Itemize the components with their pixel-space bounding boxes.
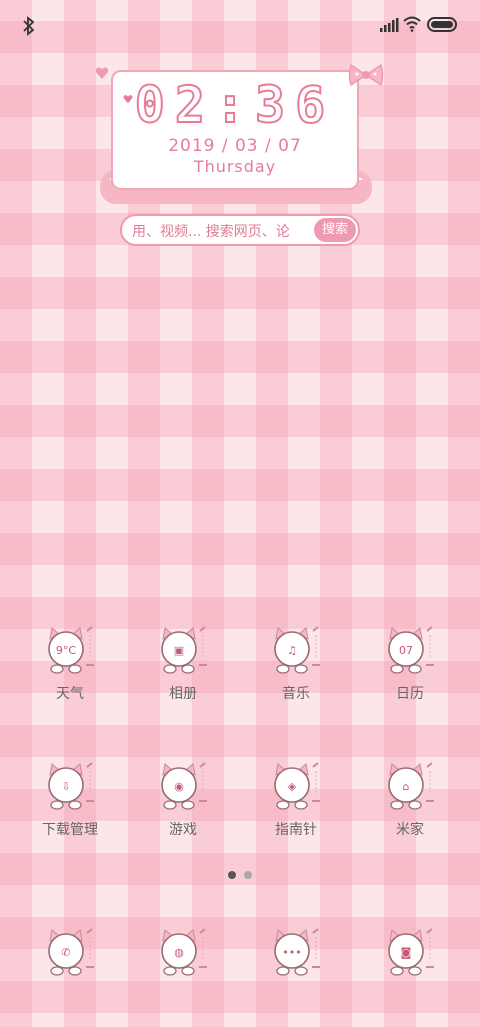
app-messages[interactable]: ••• [246,927,346,1027]
svg-text:♫: ♫ [287,644,297,657]
app-label: 游戏 [169,822,197,838]
app-label: 指南针 [275,822,317,838]
calendar-icon[interactable]: 07 [382,625,438,677]
app-label: 日历 [396,686,424,702]
clock-date: 2019 / 03 / 07 [168,136,302,156]
phone-icon[interactable]: ✆ [42,927,98,979]
app-label: 天气 [56,686,84,702]
app-label: 下载管理 [42,822,98,838]
svg-text:✆: ✆ [61,946,70,959]
app-weather[interactable]: 9°C 天气 [20,625,120,725]
app-label: 相册 [169,686,197,702]
page-dot[interactable] [244,871,252,879]
svg-text:07: 07 [399,644,413,657]
app-label: 音乐 [282,686,310,702]
svg-text:9°C: 9°C [56,644,76,657]
page-indicator[interactable] [224,871,256,881]
svg-text:◙: ◙ [401,946,412,959]
app-calendar[interactable]: 07 日历 [360,625,460,725]
clock-weekday: Thursday [193,157,277,176]
app-game[interactable]: ◉ 游戏 [133,761,233,861]
status-bar [0,0,480,50]
app-label: 米家 [396,822,424,838]
camera-icon[interactable]: ◙ [382,927,438,979]
gallery-icon[interactable]: ▣ [155,625,211,677]
wifi-icon [403,16,421,32]
svg-text:⇩: ⇩ [61,780,70,793]
app-mi-home[interactable]: ⌂ 米家 [360,761,460,861]
app-browser[interactable]: ◍ [133,927,233,1027]
search-button[interactable]: 搜索 [314,218,356,242]
app-compass[interactable]: ◈ 指南针 [246,761,346,861]
app-gallery[interactable]: ▣ 相册 [133,625,233,725]
svg-text:◈: ◈ [288,780,297,793]
page-dot-active[interactable] [228,871,236,879]
battery-icon [427,17,457,32]
svg-text:◉: ◉ [174,780,184,793]
bluetooth-icon [23,16,35,36]
download-icon[interactable]: ⇩ [42,761,98,813]
svg-text:•••: ••• [282,946,301,959]
messages-icon[interactable]: ••• [268,927,324,979]
clock-widget[interactable]: 02:36 2019 / 03 / 07 Thursday [95,60,384,208]
app-phone[interactable]: ✆ [20,927,120,1027]
mi-home-icon[interactable]: ⌂ [382,761,438,813]
heart-icon [95,67,109,79]
signal-icon [380,18,399,32]
svg-text:⌂: ⌂ [403,780,410,793]
app-camera[interactable]: ◙ [360,927,460,1027]
search-bar[interactable]: 用、视频... 搜索网页、论 搜索 [120,214,360,246]
app-music[interactable]: ♫ 音乐 [246,625,346,725]
svg-text:◍: ◍ [174,946,184,959]
compass-icon[interactable]: ◈ [268,761,324,813]
music-icon[interactable]: ♫ [268,625,324,677]
search-placeholder[interactable]: 用、视频... 搜索网页、论 [132,221,318,241]
browser-icon[interactable]: ◍ [155,927,211,979]
svg-text:▣: ▣ [174,644,184,657]
clock-time: 02:36 [134,75,336,135]
weather-icon[interactable]: 9°C [42,625,98,677]
game-icon[interactable]: ◉ [155,761,211,813]
app-download[interactable]: ⇩ 下载管理 [20,761,120,861]
